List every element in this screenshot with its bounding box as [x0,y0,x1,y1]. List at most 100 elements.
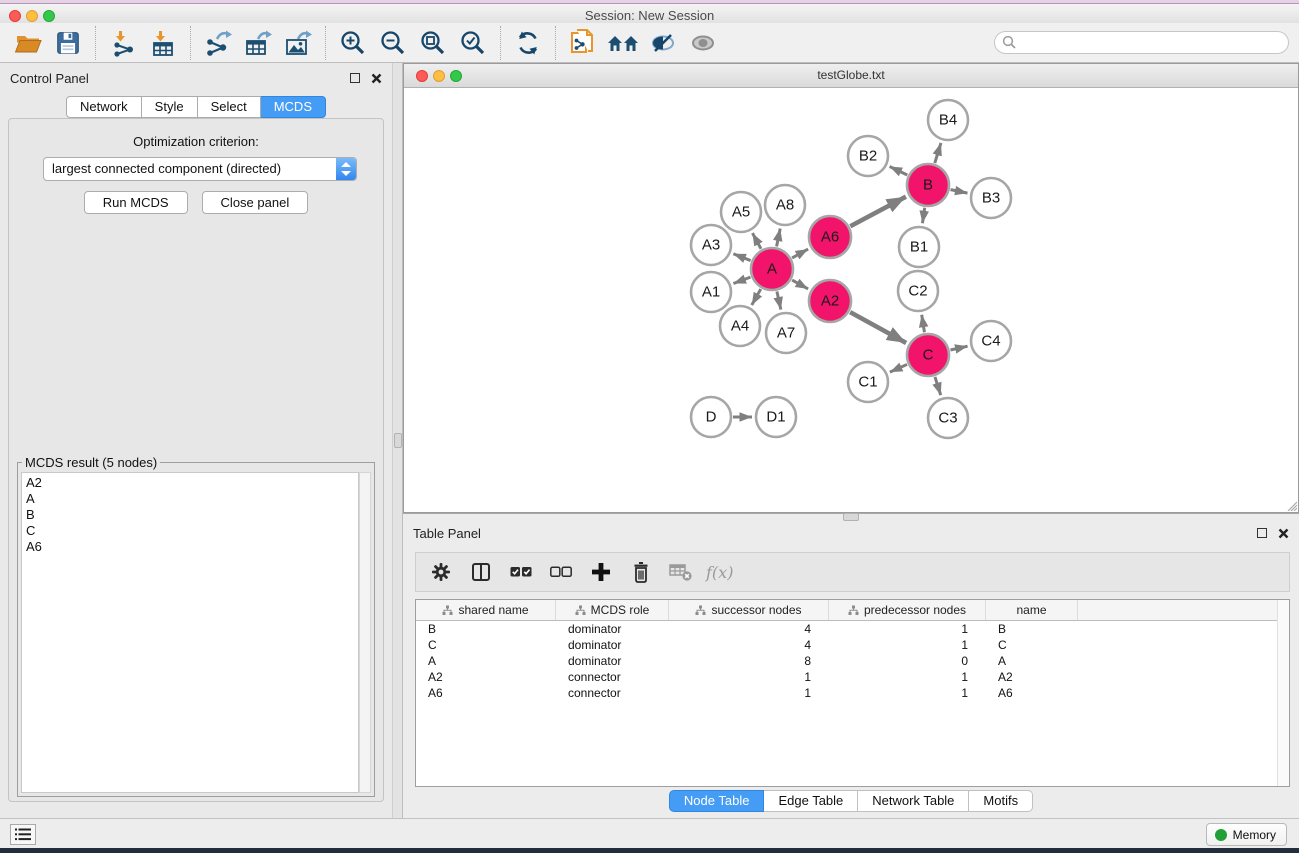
zoom-selected-icon[interactable] [453,25,493,61]
graph-edge-B-B2[interactable] [890,166,908,175]
graph-node-A5[interactable]: A5 [721,192,761,232]
network-overview-icon[interactable] [603,25,643,61]
result-item[interactable]: C [26,523,358,539]
select-all-icon[interactable] [506,556,536,588]
graph-node-C3[interactable]: C3 [928,398,968,438]
tab-node-table[interactable]: Node Table [669,790,765,812]
graph-node-A1[interactable]: A1 [691,272,731,312]
graph-edge-A-A3[interactable] [733,254,750,261]
close-panel-icon[interactable] [1278,528,1289,539]
zoom-in-icon[interactable] [333,25,373,61]
table-scrollbar[interactable] [1277,600,1289,786]
resize-grip-icon[interactable] [1284,498,1297,511]
graph-edge-A-A4[interactable] [752,289,761,305]
hide-graphics-details-icon[interactable] [643,25,683,61]
graph-node-A7[interactable]: A7 [766,313,806,353]
tab-edge-table[interactable]: Edge Table [764,790,858,812]
export-image-icon[interactable] [278,25,318,61]
table-row[interactable]: Cdominator41C [416,637,1289,653]
save-session-icon[interactable] [48,25,88,61]
duplicate-network-icon[interactable] [563,25,603,61]
graph-node-C1[interactable]: C1 [848,362,888,402]
network-graph[interactable]: A A1 A2 A3 A4 A5 A6 A7 A8 B B1 B2 B3B4 C C1 C2 C3C4 D D1 [404,88,1298,512]
graph-edge-B-B4[interactable] [935,143,941,163]
graph-node-D1[interactable]: D1 [756,397,796,437]
graph-node-A6[interactable]: A6 [809,216,851,258]
graph-edge-A-A6[interactable] [792,249,808,258]
show-graphics-details-icon[interactable] [683,25,723,61]
column-header-predecessor-nodes[interactable]: predecessor nodes [829,600,986,620]
result-scrollbar[interactable] [359,472,371,793]
criterion-select[interactable]: largest connected component (directed) [43,157,357,181]
graph-node-B2[interactable]: B2 [848,136,888,176]
graph-edge-C-C2[interactable] [922,315,925,333]
split-view-icon[interactable] [466,556,496,588]
vertical-splitter[interactable] [392,63,403,818]
graph-node-A[interactable]: A [751,248,793,290]
add-column-icon[interactable] [586,556,616,588]
result-item[interactable]: A2 [26,475,358,491]
graph-edge-C-C4[interactable] [950,346,967,350]
graph-node-A4[interactable]: A4 [720,306,760,346]
column-header-MCDS-role[interactable]: MCDS role [556,600,669,620]
graph-node-D[interactable]: D [691,397,731,437]
close-panel-button[interactable]: Close panel [202,191,309,214]
graph-node-C[interactable]: C [907,334,949,376]
graph-edge-A-A7[interactable] [777,291,781,309]
table-settings-icon[interactable] [426,556,456,588]
graph-edge-A-A5[interactable] [752,233,761,249]
graph-node-B1[interactable]: B1 [899,227,939,267]
result-item[interactable]: A [26,491,358,507]
table-row[interactable]: Adominator80A [416,653,1289,669]
zoom-out-icon[interactable] [373,25,413,61]
graph-edge-C-C3[interactable] [935,377,941,395]
graph-node-B3[interactable]: B3 [971,178,1011,218]
open-session-icon[interactable] [8,25,48,61]
mcds-result-list[interactable]: A2ABCA6 [21,472,359,793]
graph-node-B4[interactable]: B4 [928,100,968,140]
run-mcds-button[interactable]: Run MCDS [84,191,188,214]
import-table-icon[interactable] [143,25,183,61]
result-item[interactable]: B [26,507,358,523]
graph-node-C2[interactable]: C2 [898,271,938,311]
graph-edge-B-B1[interactable] [922,208,924,223]
graph-edge-A-A8[interactable] [777,229,781,247]
deselect-all-icon[interactable] [546,556,576,588]
refresh-icon[interactable] [508,25,548,61]
column-header-shared-name[interactable]: shared name [416,600,556,620]
graph-node-C4[interactable]: C4 [971,321,1011,361]
tab-motifs[interactable]: Motifs [969,790,1033,812]
tab-mcds[interactable]: MCDS [261,96,326,118]
result-item[interactable]: A6 [26,539,358,555]
graph-node-A8[interactable]: A8 [765,185,805,225]
table-row[interactable]: A2connector11A2 [416,669,1289,685]
zoom-fit-icon[interactable] [413,25,453,61]
column-header-successor-nodes[interactable]: successor nodes [669,600,829,620]
column-header-name[interactable]: name [986,600,1078,620]
float-panel-icon[interactable] [1257,528,1267,538]
graph-edge-B-B3[interactable] [951,190,968,194]
graph-edge-A-A1[interactable] [733,277,750,283]
delete-column-icon[interactable] [626,556,656,588]
import-network-icon[interactable] [103,25,143,61]
graph-node-B[interactable]: B [907,164,949,206]
network-canvas[interactable]: A A1 A2 A3 A4 A5 A6 A7 A8 B B1 B2 B3B4 C C1 C2 C3C4 D D1 [404,88,1298,512]
close-panel-icon[interactable] [371,73,382,84]
graph-node-A2[interactable]: A2 [809,280,851,322]
graph-edge-A2-C[interactable] [850,312,906,343]
graph-edge-A6-B[interactable] [850,197,906,227]
graph-node-A3[interactable]: A3 [691,225,731,265]
graph-edge-A-A2[interactable] [792,280,808,289]
splitter-handle[interactable] [843,513,859,521]
splitter-handle[interactable] [394,433,402,448]
task-history-button[interactable] [10,824,36,845]
tab-style[interactable]: Style [142,96,198,118]
graph-edge-C-C1[interactable] [890,364,907,372]
memory-button[interactable]: Memory [1206,823,1287,846]
export-table-icon[interactable] [238,25,278,61]
tab-select[interactable]: Select [198,96,261,118]
table-row[interactable]: Bdominator41B [416,621,1289,637]
delete-table-icon[interactable] [666,556,696,588]
table-row[interactable]: A6connector11A6 [416,685,1289,701]
export-network-icon[interactable] [198,25,238,61]
